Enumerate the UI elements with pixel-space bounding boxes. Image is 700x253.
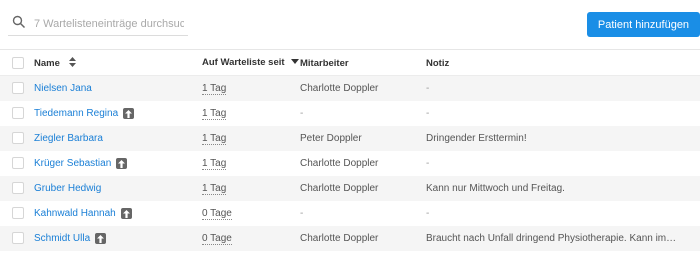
column-header-staff: Mitarbeiter [300,57,349,69]
column-header-note: Notiz [426,57,450,69]
table-header: Name Auf Warteliste seit Mitarbeiter Not… [0,51,700,76]
note-cell: - [426,208,430,219]
column-header-wait-label: Auf Warteliste seit [202,57,285,69]
patient-name-link[interactable]: Krüger Sebastian [34,158,111,169]
wait-time-cell: 1 Tag [202,182,227,195]
toolbar: Patient hinzufügen [0,0,700,50]
wait-time-value[interactable]: 1 Tag [202,182,227,195]
patient-name-link[interactable]: Tiedemann Regina [34,108,118,119]
table-row[interactable]: Ziegler Barbara 1 Tag Peter Doppler Dringen… [0,126,700,151]
patient-name-cell: Ziegler Barbara [34,133,103,144]
add-patient-button[interactable]: Patient hinzufügen [587,12,700,37]
patient-name-link[interactable]: Schmidt Ulla [34,233,90,244]
column-header-wait[interactable]: Auf Warteliste seit [202,57,300,69]
wait-time-cell: 1 Tag [202,107,227,120]
row-checkbox[interactable] [12,232,24,244]
wait-time-cell: 0 Tage [202,207,232,220]
patient-name-cell: Krüger Sebastian [34,158,128,169]
column-header-name[interactable]: Name [34,56,76,70]
row-checkbox[interactable] [12,132,24,144]
note-cell: - [426,108,430,119]
wait-time-value[interactable]: 1 Tag [202,132,227,145]
wait-time-cell: 1 Tag [202,132,227,145]
wait-time-value[interactable]: 1 Tag [202,82,227,95]
note-cell: Kann nur Mittwoch und Freitag. [426,183,565,194]
select-all-checkbox[interactable] [12,57,24,69]
upload-arrow-icon [116,158,128,169]
table-row[interactable]: Kahnwald Hannah 0 Tage - - [0,201,700,226]
staff-cell: Peter Doppler [300,133,362,144]
waitlist-table: Name Auf Warteliste seit Mitarbeiter Not… [0,51,700,251]
search-icon [12,15,30,33]
patient-name-link[interactable]: Kahnwald Hannah [34,208,116,219]
staff-cell: Charlotte Doppler [300,233,379,244]
staff-cell: Charlotte Doppler [300,183,379,194]
patient-name-link[interactable]: Ziegler Barbara [34,133,103,144]
patient-name-cell: Tiedemann Regina [34,108,135,119]
wait-time-value[interactable]: 0 Tage [202,207,232,220]
staff-cell: Charlotte Doppler [300,158,379,169]
patient-name-link[interactable]: Gruber Hedwig [34,183,101,194]
patient-name-cell: Schmidt Ulla [34,233,107,244]
table-row[interactable]: Nielsen Jana 1 Tag Charlotte Doppler - [0,76,700,101]
row-checkbox[interactable] [12,82,24,94]
search-box[interactable] [8,12,188,36]
upload-arrow-icon [120,208,132,219]
table-row[interactable]: Tiedemann Regina 1 Tag - - [0,101,700,126]
note-cell: Braucht nach Unfall dringend Physiothera… [426,233,677,244]
staff-cell: Charlotte Doppler [300,83,379,94]
row-checkbox[interactable] [12,157,24,169]
search-input[interactable] [34,17,184,30]
patient-name-cell: Kahnwald Hannah [34,208,132,219]
table-row[interactable]: Gruber Hedwig 1 Tag Charlotte Doppler Kann … [0,176,700,201]
upload-arrow-icon [123,108,135,119]
wait-time-cell: 0 Tage [202,232,232,245]
upload-arrow-icon [95,233,107,244]
patient-name-cell: Nielsen Jana [34,83,92,94]
sort-icon [68,56,76,70]
note-cell: Dringender Ersttermin! [426,133,527,144]
sort-desc-icon [291,57,300,68]
patient-name-link[interactable]: Nielsen Jana [34,83,92,94]
patient-name-cell: Gruber Hedwig [34,183,101,194]
table-row[interactable]: Krüger Sebastian 1 Tag Charlotte Doppler - [0,151,700,176]
wait-time-value[interactable]: 1 Tag [202,157,227,170]
wait-time-value[interactable]: 1 Tag [202,107,227,120]
staff-cell: - [300,208,304,219]
row-checkbox[interactable] [12,207,24,219]
note-cell: - [426,158,430,169]
wait-time-cell: 1 Tag [202,82,227,95]
staff-cell: - [300,108,304,119]
column-header-name-label: Name [34,57,60,69]
row-checkbox[interactable] [12,107,24,119]
wait-time-value[interactable]: 0 Tage [202,232,232,245]
note-cell: - [426,83,430,94]
row-checkbox[interactable] [12,182,24,194]
table-row[interactable]: Schmidt Ulla 0 Tage Charlotte Doppler Brauc… [0,226,700,251]
wait-time-cell: 1 Tag [202,157,227,170]
